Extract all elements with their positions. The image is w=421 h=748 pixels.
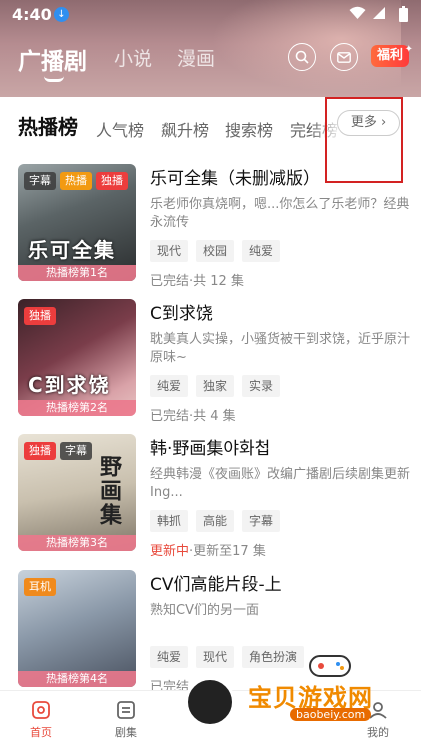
item-title[interactable]: C到求饶 [150, 299, 410, 324]
search-button[interactable] [288, 43, 316, 71]
nav-home-label: 首页 [30, 726, 52, 739]
tab-comic[interactable]: 漫画 [177, 44, 215, 71]
download-icon: ↓ [54, 7, 69, 22]
cover-image[interactable]: 耳机 热播榜第4名 [18, 570, 136, 687]
cover-tag: 独播 [24, 307, 56, 325]
genre-chip: 纯爱 [150, 646, 189, 668]
center-play-button[interactable] [185, 677, 235, 727]
cover-image[interactable]: 独播 字幕 野画集 热播榜第3名 [18, 434, 136, 551]
genre-chip: 校园 [196, 240, 235, 262]
message-button[interactable] [330, 43, 358, 71]
status-bar: 4:40 ↓ [0, 0, 421, 30]
active-tab-indicator [44, 76, 64, 82]
sparkle-icon: ✦ [404, 44, 413, 55]
cover-title: 野画集 [96, 455, 121, 527]
tab-search-ranking[interactable]: 搜索榜 [225, 117, 273, 141]
rank-badge: 热播榜第3名 [18, 535, 136, 551]
cover-image[interactable]: 字幕 热播 独播 乐可全集 热播榜第1名 [18, 164, 136, 281]
signal-icon [373, 7, 385, 19]
watermark: 宝贝游戏网 baobeiy.com [240, 650, 410, 725]
tab-novel[interactable]: 小说 [114, 44, 152, 71]
list-item[interactable]: 字幕 热播 独播 乐可全集 热播榜第1名 乐可全集（未删减版） 乐老师你真烧啊，… [0, 164, 421, 299]
genre-chip: 高能 [196, 510, 235, 532]
nav-mine-label: 我的 [367, 726, 389, 739]
item-description: 乐老师你真烧啊，嗯...你怎么了乐老师？经典永流传 [150, 197, 410, 230]
item-title[interactable]: 乐可全集（未删减版） [150, 164, 410, 189]
ranking-tabs: 热播榜 人气榜 飙升榜 搜索榜 完结榜 更多 › [0, 97, 421, 153]
header: 4:40 ↓ 广播剧 小说 漫画 福利 ✦ [0, 0, 421, 97]
cover-title: 乐可全集 [28, 238, 116, 262]
wifi-icon [349, 6, 366, 19]
mail-icon [337, 51, 351, 63]
home-icon [32, 701, 50, 719]
more-button[interactable]: 更多 › [337, 110, 400, 136]
status-updating: 更新中 [150, 544, 190, 559]
item-title[interactable]: CV们高能片段-上 [150, 570, 410, 595]
item-status: 更新中·更新至17 集 [150, 540, 410, 559]
list-icon [117, 701, 135, 719]
cover-image[interactable]: 独播 C到求饶 热播榜第2名 [18, 299, 136, 416]
item-description: 经典韩漫《夜画账》改编广播剧后续剧集更新Ing... [150, 467, 410, 500]
cover-tag: 独播 [96, 172, 128, 190]
genre-chip: 现代 [150, 240, 189, 262]
item-description: 熟知CV们的另一面 [150, 603, 259, 618]
rank-badge: 热播榜第4名 [18, 671, 136, 687]
cover-tag: 独播 [24, 442, 56, 460]
top-nav: 广播剧 小说 漫画 福利 ✦ [0, 38, 421, 86]
rank-badge: 热播榜第2名 [18, 400, 136, 416]
list-item[interactable]: 独播 字幕 野画集 热播榜第3名 韩·野画集야화첩 经典韩漫《夜画账》改编广播剧… [0, 434, 421, 569]
search-icon [295, 50, 309, 64]
cover-tag: 字幕 [60, 442, 92, 460]
genre-chip: 韩抓 [150, 510, 189, 532]
nav-episodes-label: 剧集 [115, 726, 137, 739]
welfare-label: 福利 [376, 48, 403, 63]
gamepad-icon [309, 655, 351, 677]
nav-episodes[interactable]: 剧集 [96, 699, 156, 740]
tab-rising-ranking[interactable]: 飙升榜 [161, 117, 209, 141]
item-title[interactable]: 韩·野画集야화첩 [150, 434, 410, 459]
item-status: 已完结·共 4 集 [150, 409, 236, 424]
welfare-button[interactable]: 福利 ✦ [371, 44, 413, 67]
cover-tag: 耳机 [24, 578, 56, 596]
tab-popular-ranking[interactable]: 人气榜 [96, 117, 144, 141]
genre-chip: 字幕 [242, 510, 281, 532]
battery-icon [399, 6, 408, 22]
cover-tag: 字幕 [24, 172, 56, 190]
cover-title: C到求饶 [28, 373, 111, 397]
genre-chip: 独家 [196, 375, 235, 397]
cover-tag: 热播 [60, 172, 92, 190]
rank-badge: 热播榜第1名 [18, 265, 136, 281]
genre-chip: 纯爱 [150, 375, 189, 397]
genre-chip: 实录 [242, 375, 281, 397]
item-status: 已完结·共 12 集 [150, 274, 244, 289]
genre-chip: 纯爱 [242, 240, 281, 262]
tab-guangboju[interactable]: 广播剧 [18, 42, 87, 76]
item-description: 耽美真人实操，小骚货被干到求饶，近乎原汁原味~ [150, 332, 410, 365]
nav-home[interactable]: 首页 [11, 699, 71, 740]
list-item[interactable]: 独播 C到求饶 热播榜第2名 C到求饶 耽美真人实操，小骚货被干到求饶，近乎原汁… [0, 299, 421, 434]
watermark-url: baobeiy.com [290, 708, 372, 721]
status-episodes: ·更新至17 集 [189, 544, 266, 559]
tab-hot-ranking[interactable]: 热播榜 [18, 111, 78, 140]
status-time: 4:40 [12, 5, 52, 24]
genre-chip: 现代 [196, 646, 235, 668]
